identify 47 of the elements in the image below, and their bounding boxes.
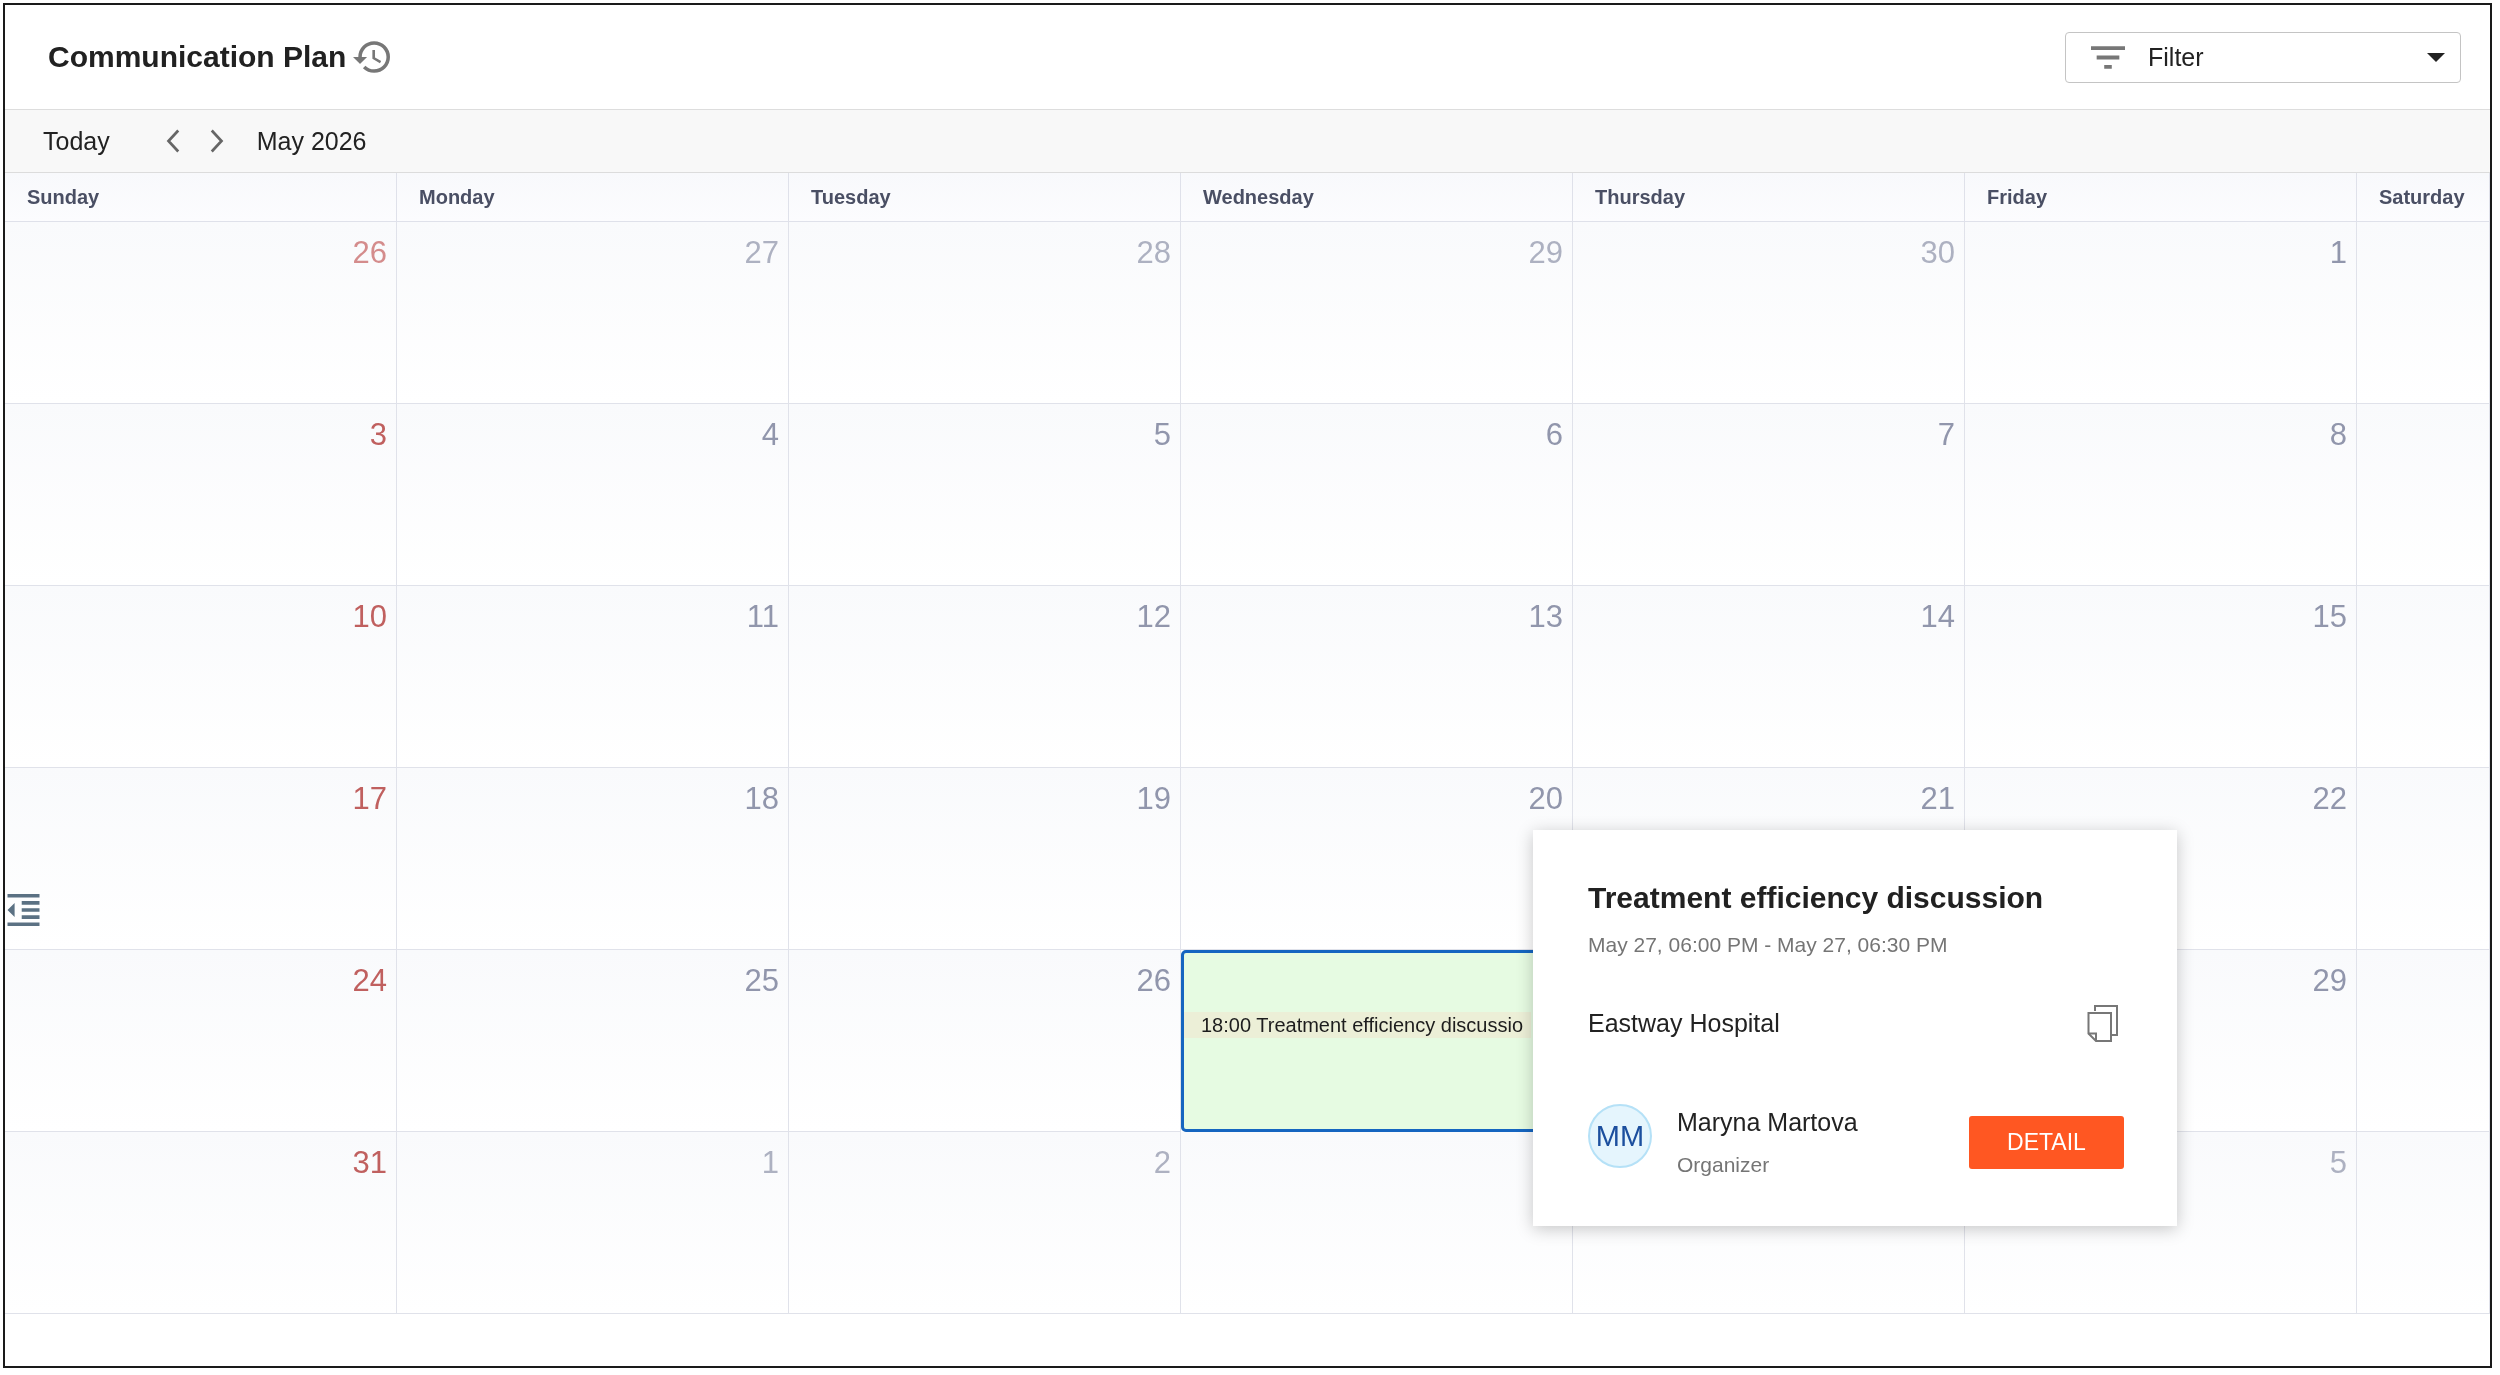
- date-number: 22: [2312, 783, 2347, 814]
- avatar: MM: [1588, 1104, 1652, 1168]
- date-number: 18: [744, 783, 779, 814]
- weekday-header: Monday: [397, 173, 789, 222]
- date-number: 1: [2329, 237, 2347, 268]
- event-title: Treatment efficiency discussion: [1588, 880, 2045, 916]
- month-label: May 2026: [256, 126, 367, 156]
- date-number: 4: [761, 419, 779, 450]
- event-location: Eastway Hospital: [1588, 1008, 1780, 1038]
- date-number: 29: [1528, 237, 1563, 268]
- date-number: 17: [352, 783, 387, 814]
- date-number: 3: [369, 419, 387, 450]
- date-number: 8: [2329, 419, 2347, 450]
- date-number: 28: [1136, 237, 1171, 268]
- date-number: 27: [744, 237, 779, 268]
- date-number: 6: [1545, 419, 1563, 450]
- weekday-header: Sunday: [5, 173, 397, 222]
- date-number: 10: [352, 601, 387, 632]
- date-number: 2: [1153, 1147, 1171, 1178]
- date-number: 7: [1937, 419, 1955, 450]
- date-number: 19: [1136, 783, 1171, 814]
- date-number: 5: [2329, 1147, 2347, 1178]
- date-number: 1: [761, 1147, 779, 1178]
- page-title: Communication Plan: [48, 40, 347, 74]
- date-number: 31: [352, 1147, 387, 1178]
- date-number: 26: [352, 237, 387, 268]
- date-number: 30: [1920, 237, 1955, 268]
- weekday-header: Tuesday: [789, 173, 1181, 222]
- weekday-header: Friday: [1965, 173, 2357, 222]
- date-number: 25: [744, 965, 779, 996]
- date-number: 11: [746, 601, 779, 632]
- organizer-name: Maryna Martova: [1677, 1107, 1858, 1137]
- event-time: May 27, 06:00 PM - May 27, 06:30 PM: [1588, 932, 1949, 957]
- date-number: 13: [1528, 601, 1563, 632]
- organizer-role: Organizer: [1677, 1152, 1770, 1177]
- weekday-header: Saturday: [2357, 173, 2490, 222]
- weekday-header: Wednesday: [1181, 173, 1573, 222]
- weekday-header: Thursday: [1573, 173, 1965, 222]
- date-number: 5: [1153, 419, 1171, 450]
- date-number: 15: [2312, 601, 2347, 632]
- date-number: 24: [352, 965, 387, 996]
- date-number: 20: [1528, 783, 1563, 814]
- date-number: 14: [1920, 601, 1955, 632]
- date-number: 12: [1136, 601, 1171, 632]
- date-number: 21: [1920, 783, 1955, 814]
- date-number: 29: [2312, 965, 2347, 996]
- date-number: 26: [1136, 965, 1171, 996]
